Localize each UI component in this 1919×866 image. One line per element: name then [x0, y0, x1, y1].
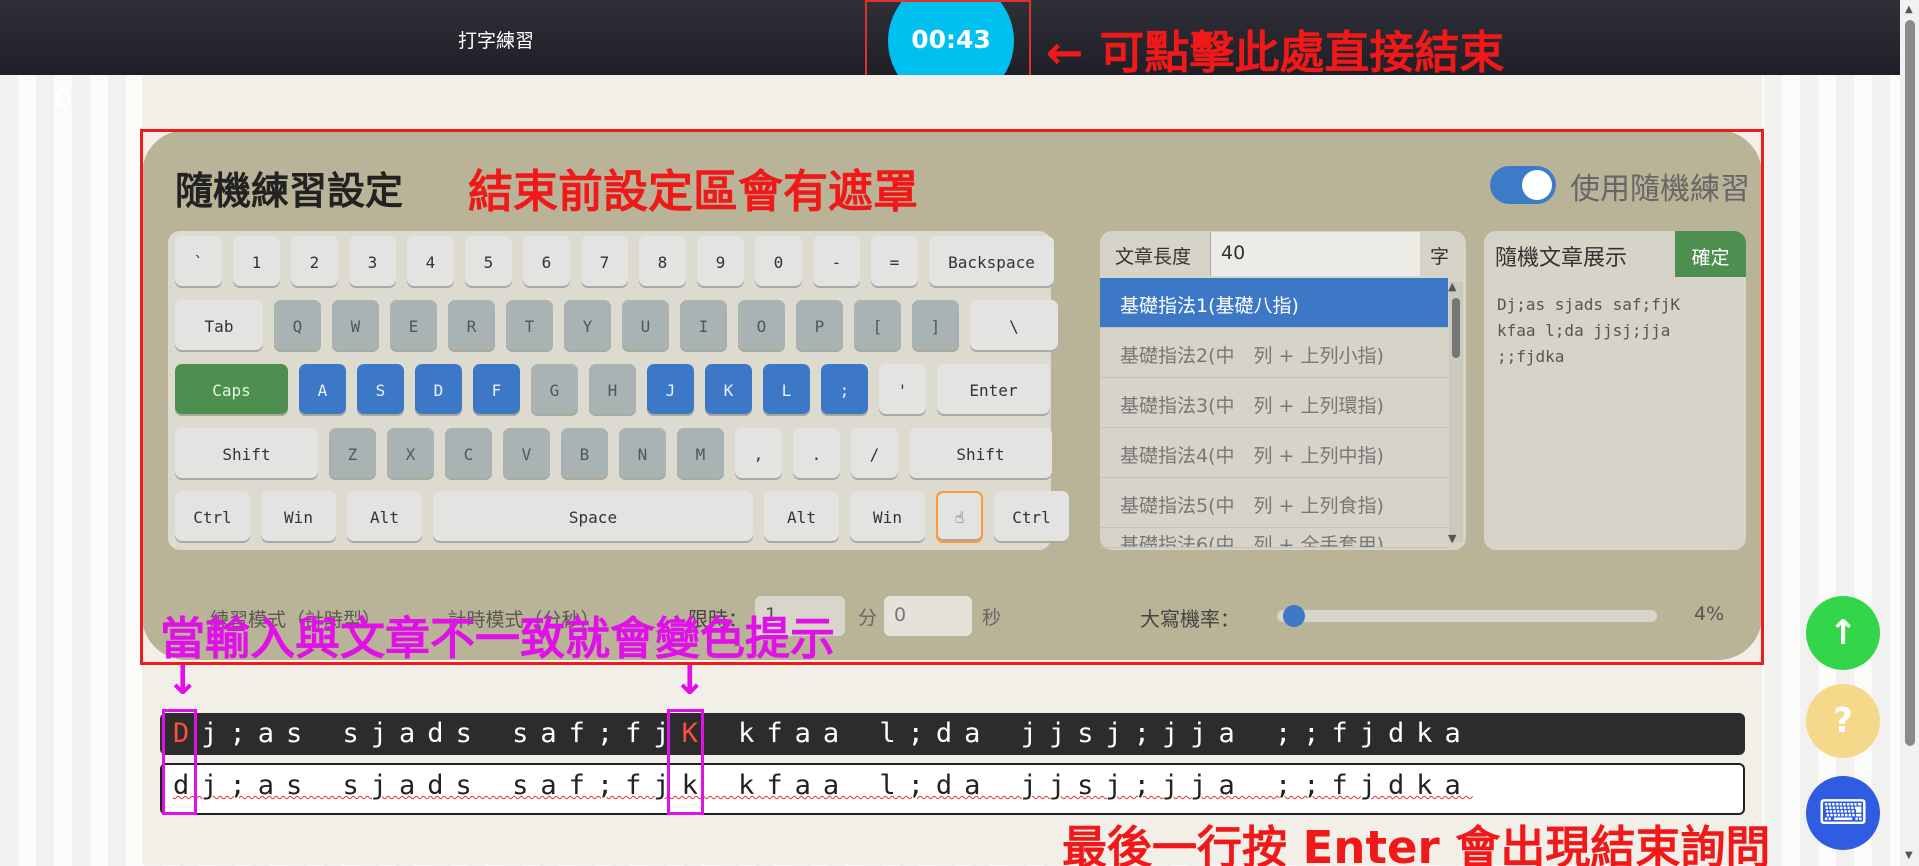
typed-text[interactable]: dj;as sjads saf;fjk kfaa l;da jjsj;jja ;…: [173, 770, 1473, 801]
keyboard-button[interactable]: ⌨: [1806, 776, 1880, 850]
arrow-up-icon: ↑: [1828, 613, 1858, 653]
error-mark-box-1: [162, 709, 197, 815]
page-scrollbar-thumb[interactable]: [1905, 20, 1915, 746]
annotation-color-hint: 當輸入與文章不一致就會變色提示: [160, 612, 836, 665]
target-text-middle: j;as sjads saf;fj: [201, 718, 682, 749]
scroll-top-button[interactable]: ↑: [1806, 596, 1880, 670]
annotation-arrow-2: ↓: [673, 658, 707, 704]
error-mark-box-2: [667, 709, 704, 815]
annotation-enter-hint: 最後一行按 Enter 會出現結束詢問: [1062, 821, 1771, 866]
page-title: 打字練習: [458, 30, 535, 52]
keyboard-icon: ⌨: [1818, 793, 1868, 833]
target-text: Dj;as sjads saf;fjK kfaa l;da jjsj;jja ;…: [173, 718, 1473, 749]
settings-highlight-box: [140, 129, 1764, 665]
scroll-down-icon[interactable]: ▼: [1905, 850, 1913, 861]
annotation-end-hint: ← 可點擊此處直接結束: [1046, 26, 1505, 79]
mouse-icon: [56, 88, 70, 108]
scroll-up-icon[interactable]: ▲: [1905, 4, 1913, 15]
question-icon: ?: [1833, 701, 1853, 741]
annotation-arrow-1: ↓: [166, 658, 200, 704]
target-text-tail: kfaa l;da jjsj;jja ;;fjdka: [709, 718, 1473, 749]
help-button[interactable]: ?: [1806, 684, 1880, 758]
